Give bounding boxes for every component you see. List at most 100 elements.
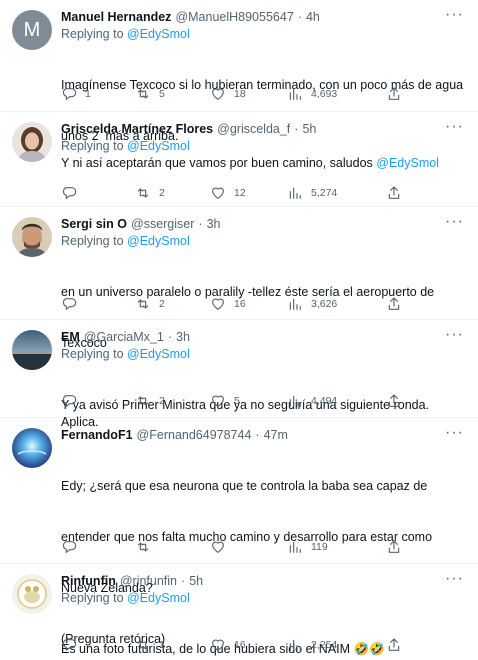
views-button[interactable]: 4,693 <box>287 86 337 102</box>
like-button[interactable]: 16 <box>210 296 246 312</box>
replying-to-label: Replying to <box>61 27 124 41</box>
share-button[interactable] <box>386 393 402 409</box>
like-count: 18 <box>234 88 246 100</box>
like-button[interactable]: 12 <box>210 185 246 201</box>
reply-icon <box>62 395 77 407</box>
replying-to-mention[interactable]: @EdySmol <box>127 347 190 361</box>
replying-to: Replying to @EdySmol <box>61 26 466 43</box>
tweet-4[interactable]: EM @GarciaMx_1 · 3h Replying to @EdySmol… <box>0 320 478 429</box>
analytics-icon <box>289 187 301 199</box>
reply-icon <box>62 541 77 553</box>
more-options-icon[interactable]: ··· <box>445 571 464 587</box>
like-button[interactable]: 18 <box>210 86 246 102</box>
timestamp[interactable]: 4h <box>306 8 320 26</box>
text-mention[interactable]: @EdySmol <box>376 156 439 170</box>
avatar[interactable] <box>12 574 52 614</box>
more-options-icon[interactable]: ··· <box>445 425 464 441</box>
avatar[interactable] <box>12 428 52 468</box>
views-count: 2,254 <box>311 639 338 651</box>
heart-icon <box>212 395 224 407</box>
like-count: 12 <box>234 187 246 199</box>
replying-to-mention[interactable]: @EdySmol <box>127 139 190 153</box>
tweet-text-line: Y ni así aceptarán que vamos por buen ca… <box>61 156 377 170</box>
display-name[interactable]: FernandoF1 <box>61 426 133 444</box>
tweet-3[interactable]: Sergi sin O @ssergiser · 3h Replying to … <box>0 207 478 350</box>
timestamp[interactable]: 5h <box>189 572 203 590</box>
reply-button[interactable] <box>61 637 85 653</box>
reply-button[interactable]: 1 <box>61 86 91 102</box>
separator-dot: · <box>181 574 186 588</box>
more-options-icon[interactable]: ··· <box>445 119 464 135</box>
retweet-icon <box>137 542 149 552</box>
like-count: 5 <box>234 395 240 407</box>
replying-to-mention[interactable]: @EdySmol <box>127 27 190 41</box>
reply-button[interactable] <box>61 296 85 312</box>
separator-dot: · <box>294 122 299 136</box>
tweet-5[interactable]: FernandoF1 @Fernand64978744 · 47m Edy; ¿… <box>0 418 478 646</box>
user-handle[interactable]: @Fernand64978744 <box>137 426 252 444</box>
retweet-button[interactable]: 2 <box>135 185 165 201</box>
replying-to-mention[interactable]: @EdySmol <box>127 591 190 605</box>
views-button[interactable]: 2,254 <box>287 637 337 653</box>
replying-to: Replying to @EdySmol <box>61 590 466 607</box>
timestamp[interactable]: 5h <box>302 120 316 138</box>
display-name[interactable]: Griscelda Martínez Flores <box>61 120 213 138</box>
display-name[interactable]: Manuel Hernandez <box>61 8 171 26</box>
like-button[interactable]: 5 <box>210 393 240 409</box>
retweet-icon <box>137 299 149 309</box>
share-button[interactable] <box>386 637 402 653</box>
avatar-photo <box>12 428 52 468</box>
tweet-actions: 1 16 2,254 <box>61 636 466 654</box>
tweet-1[interactable]: M Manuel Hernandez @ManuelH89055647 · 4h… <box>0 0 478 143</box>
share-button[interactable] <box>386 539 402 555</box>
retweet-button[interactable]: 2 <box>135 296 165 312</box>
share-button[interactable] <box>386 86 402 102</box>
heart-icon <box>212 298 224 310</box>
user-handle[interactable]: @ssergiser <box>131 215 194 233</box>
share-button[interactable] <box>386 296 402 312</box>
more-options-icon[interactable]: ··· <box>445 7 464 23</box>
user-handle[interactable]: @griscelda_f <box>217 120 290 138</box>
retweet-count: 5 <box>159 88 165 100</box>
avatar-letter: M <box>23 18 41 41</box>
replying-to-label: Replying to <box>61 234 124 248</box>
avatar[interactable] <box>12 122 52 162</box>
views-button[interactable]: 4,494 <box>287 393 337 409</box>
more-options-icon[interactable]: ··· <box>445 214 464 230</box>
views-button[interactable]: 5,274 <box>287 185 337 201</box>
avatar[interactable] <box>12 217 52 257</box>
retweet-button[interactable] <box>135 539 159 555</box>
reply-button[interactable] <box>61 393 85 409</box>
more-options-icon[interactable]: ··· <box>445 327 464 343</box>
share-icon <box>388 638 400 651</box>
views-button[interactable]: 3,626 <box>287 296 337 312</box>
views-button[interactable]: 119 <box>287 539 328 555</box>
like-button[interactable] <box>210 539 234 555</box>
views-count: 4,693 <box>311 88 338 100</box>
display-name[interactable]: EM <box>61 328 80 346</box>
replying-to-mention[interactable]: @EdySmol <box>127 234 190 248</box>
analytics-icon <box>289 639 301 651</box>
retweet-button[interactable]: 1 <box>135 637 165 653</box>
analytics-icon <box>289 541 301 553</box>
timestamp[interactable]: 3h <box>207 215 221 233</box>
reply-button[interactable] <box>61 539 85 555</box>
timestamp[interactable]: 3h <box>176 328 190 346</box>
like-button[interactable]: 16 <box>210 637 246 653</box>
user-handle[interactable]: @ManuelH89055647 <box>175 8 293 26</box>
display-name[interactable]: Sergi sin O <box>61 215 127 233</box>
user-handle[interactable]: @GarciaMx_1 <box>84 328 164 346</box>
avatar[interactable] <box>12 330 52 370</box>
reply-button[interactable] <box>61 185 85 201</box>
user-handle[interactable]: @rinfunfin <box>120 572 177 590</box>
retweet-button[interactable]: 5 <box>135 86 165 102</box>
display-name[interactable]: Rinfunfin <box>61 572 116 590</box>
retweet-icon <box>137 188 149 198</box>
tweet-6[interactable]: Rinfunfin @rinfunfin · 5h Replying to @E… <box>0 564 478 660</box>
reply-icon <box>62 88 77 100</box>
retweet-button[interactable]: 2 <box>135 393 165 409</box>
avatar[interactable]: M <box>12 10 52 50</box>
timestamp[interactable]: 47m <box>264 426 288 444</box>
tweet-2[interactable]: Griscelda Martínez Flores @griscelda_f ·… <box>0 112 478 207</box>
share-button[interactable] <box>386 185 402 201</box>
